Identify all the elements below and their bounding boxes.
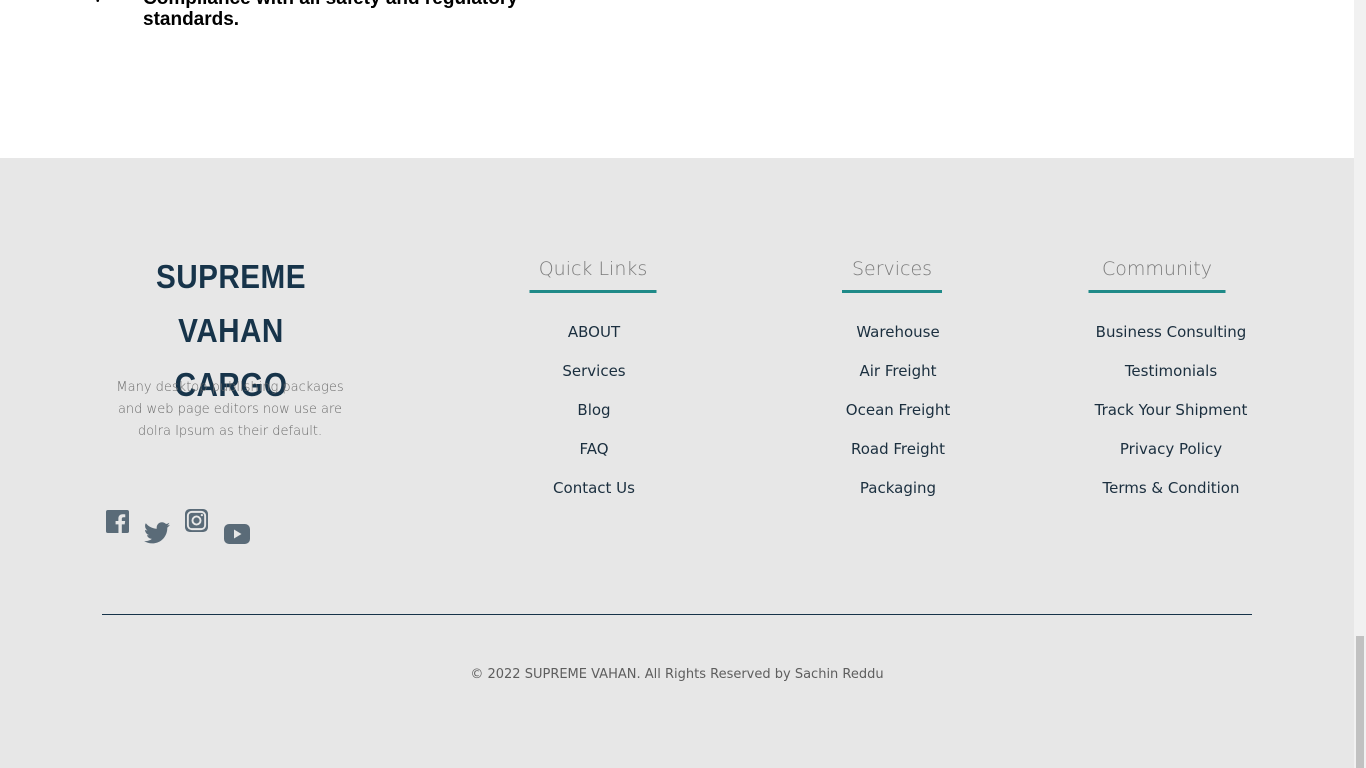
footer-link-air-freight[interactable]: Air Freight xyxy=(846,359,950,398)
page-scrollbar[interactable] xyxy=(1354,0,1366,768)
brand-line-1: SUPREME VAHAN xyxy=(155,258,307,349)
footer-link-services[interactable]: Services xyxy=(553,359,635,398)
services-list: Warehouse Air Freight Ocean Freight Road… xyxy=(846,320,950,515)
quick-links-underline xyxy=(529,290,657,293)
scrollbar-thumb[interactable] xyxy=(1356,636,1364,768)
instagram-link[interactable] xyxy=(185,509,208,532)
content-section: • Compliance with all safety and regulat… xyxy=(0,0,1354,158)
bullet-icon: • xyxy=(96,0,100,7)
youtube-icon xyxy=(224,524,250,544)
brand-description: Many desktop publishing packages and web… xyxy=(116,380,344,439)
instagram-icon xyxy=(185,509,208,532)
footer-link-privacy-policy[interactable]: Privacy Policy xyxy=(1095,437,1248,476)
feature-bullet-text: Compliance with all safety and regulator… xyxy=(143,0,518,30)
footer-link-faq[interactable]: FAQ xyxy=(553,437,635,476)
quick-links-list: ABOUT Services Blog FAQ Contact Us xyxy=(553,320,635,515)
footer-link-warehouse[interactable]: Warehouse xyxy=(846,320,950,359)
footer-link-testimonials[interactable]: Testimonials xyxy=(1095,359,1248,398)
footer-link-about[interactable]: ABOUT xyxy=(553,320,635,359)
facebook-link[interactable] xyxy=(106,510,129,533)
community-list: Business Consulting Testimonials Track Y… xyxy=(1095,320,1248,515)
youtube-link[interactable] xyxy=(224,524,250,544)
footer-link-business-consulting[interactable]: Business Consulting xyxy=(1095,320,1248,359)
footer-link-track-shipment[interactable]: Track Your Shipment xyxy=(1095,398,1248,437)
community-underline xyxy=(1088,290,1226,293)
footer-link-terms-condition[interactable]: Terms & Condition xyxy=(1095,476,1248,515)
facebook-icon xyxy=(106,510,129,533)
footer-link-blog[interactable]: Blog xyxy=(553,398,635,437)
twitter-icon xyxy=(144,522,170,544)
services-underline xyxy=(842,290,942,293)
copyright-text: © 2022 SUPREME VAHAN. All Rights Reserve… xyxy=(470,667,884,682)
quick-links-heading: Quick Links xyxy=(538,258,648,280)
footer-link-packaging[interactable]: Packaging xyxy=(846,476,950,515)
services-heading: Services xyxy=(851,258,933,280)
twitter-link[interactable] xyxy=(144,522,170,544)
community-heading: Community xyxy=(1102,258,1212,280)
site-footer: SUPREME VAHAN CARGO Many desktop publish… xyxy=(0,158,1354,768)
footer-link-ocean-freight[interactable]: Ocean Freight xyxy=(846,398,950,437)
footer-link-contact-us[interactable]: Contact Us xyxy=(553,476,635,515)
footer-divider xyxy=(102,614,1252,615)
footer-link-road-freight[interactable]: Road Freight xyxy=(846,437,950,476)
